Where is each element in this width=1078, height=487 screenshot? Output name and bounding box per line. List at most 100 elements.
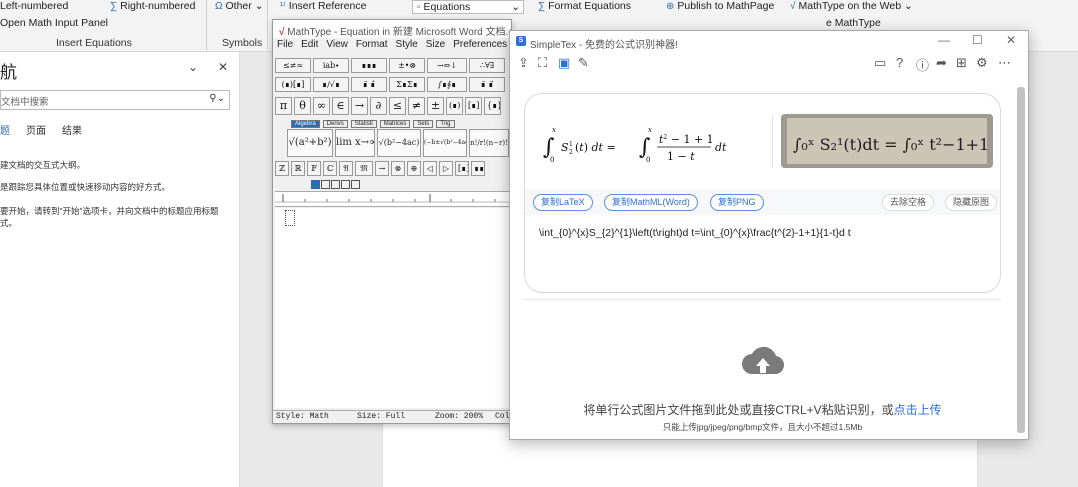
symbol-button[interactable]: {∎} bbox=[484, 97, 501, 115]
symbol-button[interactable]: ≤ bbox=[389, 97, 406, 115]
message-icon[interactable]: ▭ bbox=[874, 55, 886, 71]
symbol-button[interactable]: ℤ bbox=[275, 161, 289, 176]
menu-preferences[interactable]: Preferences bbox=[453, 39, 507, 55]
tab-stop-button[interactable] bbox=[311, 180, 320, 189]
hide-original-button[interactable]: 隐藏原图 bbox=[945, 194, 998, 211]
symbol-button[interactable]: [∎] bbox=[455, 161, 469, 176]
copy-png-button[interactable]: 复制PNG bbox=[710, 194, 764, 211]
open-math-input-panel-button[interactable]: Open Math Input Panel bbox=[0, 17, 108, 29]
template-button[interactable]: (−b±√(b²−4ac))/2a bbox=[423, 129, 467, 157]
screenshot-icon[interactable]: ⛶ bbox=[538, 55, 547, 71]
close-icon[interactable]: ✕ bbox=[218, 60, 228, 74]
info-icon[interactable]: ⓘ bbox=[916, 55, 929, 74]
latex-output[interactable]: \int_{0}^{x}S_{2}^{1}\left(t\right)d t=\… bbox=[539, 227, 851, 239]
symbol-button[interactable]: ℝ bbox=[291, 161, 305, 176]
more-icon[interactable]: ⋯ bbox=[998, 55, 1011, 71]
palette-button[interactable]: (∎)[∎] bbox=[275, 77, 311, 92]
symbol-button[interactable]: → bbox=[375, 161, 389, 176]
mathtype-button[interactable]: e MathType bbox=[826, 17, 881, 29]
symbol-button[interactable]: ± bbox=[427, 97, 444, 115]
share-icon[interactable]: ➦ bbox=[936, 55, 947, 71]
palette-button[interactable]: ∫∎∮∎ bbox=[427, 77, 467, 92]
tab-headings[interactable]: 题 bbox=[0, 122, 10, 137]
tab-stop-button[interactable] bbox=[341, 180, 350, 189]
equation-slot[interactable] bbox=[285, 210, 295, 226]
equations-dropdown[interactable]: ▫ Equations ⌄ bbox=[412, 0, 524, 14]
tab-sets[interactable]: Sets bbox=[413, 120, 434, 128]
copy-mathml-button[interactable]: 复制MathML(Word) bbox=[604, 194, 698, 211]
menu-format[interactable]: Format bbox=[356, 39, 388, 55]
handwrite-icon[interactable]: ✎ bbox=[578, 55, 589, 71]
template-button[interactable]: n!/r!(n−r)! bbox=[469, 129, 509, 157]
palette-button[interactable]: ⅰab∙ bbox=[313, 58, 349, 73]
tab-statistics[interactable]: Statisti bbox=[350, 120, 377, 128]
scrollbar[interactable] bbox=[1017, 87, 1025, 433]
palette-button[interactable]: Σ∎Σ∎ bbox=[389, 77, 425, 92]
tab-trig[interactable]: Trig bbox=[436, 120, 455, 128]
menu-file[interactable]: File bbox=[277, 39, 293, 55]
tab-stop-button[interactable] bbox=[321, 180, 330, 189]
menu-view[interactable]: View bbox=[326, 39, 348, 55]
minimize-icon[interactable]: — bbox=[938, 33, 950, 47]
ruler[interactable] bbox=[275, 191, 511, 207]
tab-pages[interactable]: 页面 bbox=[26, 122, 46, 137]
tab-algebra[interactable]: Algebra bbox=[291, 120, 320, 128]
palette-button[interactable]: →⇔↓ bbox=[427, 58, 467, 73]
symbol-button[interactable]: ≠ bbox=[408, 97, 425, 115]
template-button[interactable]: √(b²−4ac) bbox=[377, 129, 421, 157]
template-button[interactable]: lim x→∞ bbox=[335, 129, 375, 157]
symbol-button[interactable]: ∎∎ bbox=[471, 161, 485, 176]
nav-search-input[interactable]: 文档中搜索 ⚲⌄ bbox=[0, 90, 230, 110]
image-icon[interactable]: ▣ bbox=[558, 55, 570, 71]
symbol-button[interactable]: ∂ bbox=[370, 97, 387, 115]
palette-button[interactable]: ∎∕√∎ bbox=[313, 77, 349, 92]
palette-button[interactable]: ∎∎∎ bbox=[351, 58, 387, 73]
palette-button[interactable]: ∎̈ ∎̂ bbox=[351, 77, 387, 92]
symbol-button[interactable]: → bbox=[351, 97, 368, 115]
upload-icon[interactable]: ⇪ bbox=[518, 55, 529, 71]
gear-icon[interactable]: ⚙ bbox=[976, 55, 988, 71]
click-upload-link[interactable]: 点击上传 bbox=[894, 403, 942, 417]
other-symbols-button[interactable]: Ω Other ⌄ bbox=[215, 0, 264, 12]
publish-mathpage-button[interactable]: ⊕ Publish to MathPage bbox=[666, 0, 774, 12]
help-icon[interactable]: ? bbox=[896, 55, 903, 70]
symbol-button[interactable]: ◁ bbox=[423, 161, 437, 176]
symbol-button[interactable]: 𝔐 bbox=[355, 161, 373, 176]
symbol-button[interactable]: ∞ bbox=[313, 97, 330, 115]
symbol-button[interactable]: ⊗ bbox=[391, 161, 405, 176]
copy-latex-button[interactable]: 复制LaTeX bbox=[533, 194, 593, 211]
tab-stop-button[interactable] bbox=[351, 180, 360, 189]
close-icon[interactable]: ✕ bbox=[1006, 33, 1016, 47]
maximize-icon[interactable]: ☐ bbox=[972, 33, 983, 47]
tab-stop-button[interactable] bbox=[331, 180, 340, 189]
left-numbered-button[interactable]: Left-numbered bbox=[0, 0, 68, 12]
tab-matrices[interactable]: Matrices bbox=[379, 120, 411, 128]
layout-icon[interactable]: ⊞ bbox=[956, 55, 967, 71]
equation-editing-area[interactable] bbox=[275, 208, 511, 408]
symbol-button[interactable]: θ bbox=[294, 97, 311, 115]
upload-dropzone[interactable]: 将单行公式图片文件拖到此处或直接CTRL+V粘贴识别，或点击上传 只能上传jpg… bbox=[524, 299, 1001, 439]
symbol-button[interactable]: 𝔽 bbox=[307, 161, 321, 176]
right-numbered-button[interactable]: ∑ Right-numbered bbox=[110, 0, 195, 12]
menu-size[interactable]: Size bbox=[426, 39, 445, 55]
search-icon[interactable]: ⚲⌄ bbox=[209, 93, 225, 104]
palette-button[interactable]: ≤≠≈ bbox=[275, 58, 311, 73]
symbol-button[interactable]: [∎] bbox=[465, 97, 482, 115]
remove-spaces-button[interactable]: 去除空格 bbox=[882, 194, 935, 211]
symbol-button[interactable]: ∈ bbox=[332, 97, 349, 115]
palette-button[interactable]: ∴∀∃ bbox=[469, 58, 505, 73]
menu-edit[interactable]: Edit bbox=[301, 39, 318, 55]
tab-derivs[interactable]: Derivs bbox=[322, 120, 348, 128]
tab-results[interactable]: 结果 bbox=[62, 122, 82, 137]
mathtype-on-web-button[interactable]: √ MathType on the Web ⌄ bbox=[790, 0, 913, 12]
format-equations-button[interactable]: ∑ Format Equations bbox=[538, 0, 631, 12]
template-button[interactable]: √(a²+b²) bbox=[287, 129, 333, 157]
symbol-button[interactable]: π bbox=[275, 97, 292, 115]
symbol-button[interactable]: ℂ bbox=[323, 161, 337, 176]
nav-options-icon[interactable]: ⌄ bbox=[188, 60, 198, 74]
symbol-button[interactable]: 𝔄 bbox=[339, 161, 353, 176]
symbol-button[interactable]: ▷ bbox=[439, 161, 453, 176]
insert-reference-button[interactable]: ¹⁽ Insert Reference bbox=[280, 0, 366, 12]
menu-style[interactable]: Style bbox=[396, 39, 418, 55]
symbol-button[interactable]: (∎) bbox=[446, 97, 463, 115]
